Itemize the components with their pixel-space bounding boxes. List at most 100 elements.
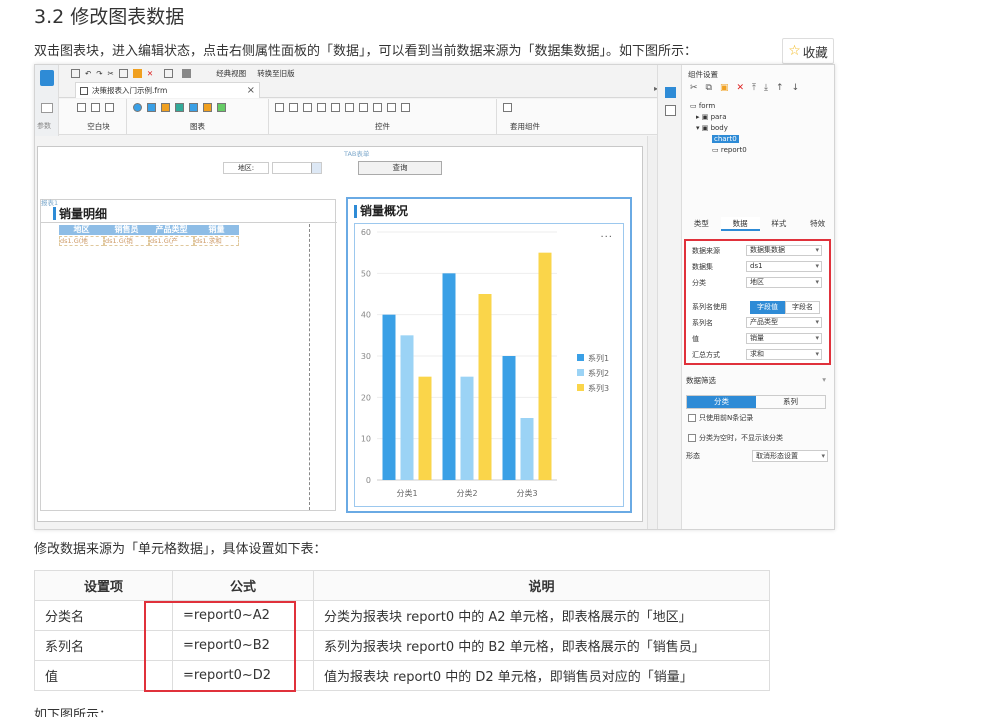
data-cell[interactable]: ds1.求和 xyxy=(194,236,239,246)
field-value-option[interactable]: 字段值 xyxy=(750,301,785,314)
line-chart-icon[interactable] xyxy=(175,103,184,112)
checkbox-icon[interactable] xyxy=(688,414,696,422)
query-button[interactable]: 查询 xyxy=(358,161,442,175)
filter-tab-category[interactable]: 分类 xyxy=(687,396,756,408)
header-cell[interactable]: 销售员 xyxy=(104,225,149,235)
header-cell[interactable]: 销量 xyxy=(194,225,239,235)
textbox-icon[interactable] xyxy=(275,103,284,112)
layout-icon[interactable] xyxy=(91,103,100,112)
series-name-toggle[interactable]: 字段值 字段名 xyxy=(750,301,820,314)
category-select[interactable]: 地区 xyxy=(746,277,822,288)
panel-toolbar: ✂ ⧉ ▣ ✕ ⤒ ⤓ ↑ ↓ xyxy=(690,83,799,93)
layout-icon[interactable] xyxy=(105,103,114,112)
tab-type[interactable]: 类型 xyxy=(682,217,721,231)
save-icon[interactable] xyxy=(71,68,80,78)
ribbon-group-label: 控件 xyxy=(375,122,390,131)
move-down-icon[interactable]: ↓ xyxy=(792,83,800,93)
tree-node-selected[interactable]: chart0 xyxy=(690,134,747,145)
map-chart-icon[interactable] xyxy=(203,103,212,112)
delete-icon[interactable]: ✕ xyxy=(737,83,745,93)
region-combobox[interactable] xyxy=(272,162,322,174)
convert-button[interactable]: 转换至旧版 xyxy=(257,68,295,79)
bar xyxy=(502,356,516,480)
move-bottom-icon[interactable]: ⤓ xyxy=(764,83,768,93)
ribbon-group-label: 图表 xyxy=(190,122,205,131)
summary-select[interactable]: 求和 xyxy=(746,349,822,360)
file-tab-label: 决策报表入门示例.frm xyxy=(92,86,168,95)
data-filter-header[interactable]: 数据筛选 xyxy=(686,375,828,386)
category-row: 分类 地区 xyxy=(690,277,826,289)
shape-select[interactable]: 取消形态设置 xyxy=(752,450,828,462)
undo-icon[interactable]: ↶ xyxy=(85,69,91,78)
header-cell[interactable]: 产品类型 xyxy=(149,225,194,235)
tree-node[interactable]: ▸ ▣ para xyxy=(690,112,747,123)
paste-icon[interactable]: ▣ xyxy=(720,83,729,93)
cut-icon[interactable]: ✂ xyxy=(690,83,698,93)
y-tick-label: 60 xyxy=(361,228,371,237)
component-settings-icon[interactable] xyxy=(665,87,676,98)
top-n-checkbox[interactable]: 只使用前N条记录 xyxy=(688,413,753,423)
dataset-select[interactable]: ds1 xyxy=(746,261,822,272)
tab-effects[interactable]: 特效 xyxy=(798,217,834,231)
template-icon[interactable] xyxy=(182,68,192,78)
list-icon[interactable] xyxy=(359,103,368,112)
preview-icon[interactable] xyxy=(164,68,174,78)
file-icon[interactable] xyxy=(401,103,410,112)
move-up-icon[interactable]: ↑ xyxy=(776,83,784,93)
legend-swatch xyxy=(577,384,584,391)
data-cell[interactable]: ds1.G(销 xyxy=(104,236,149,246)
cut-icon[interactable]: ✂ xyxy=(108,69,114,78)
checkbox-icon[interactable] xyxy=(688,434,696,442)
hide-empty-checkbox[interactable]: 分类为空时，不显示该分类 xyxy=(688,433,783,443)
favorite-button[interactable]: ☆ 收藏 xyxy=(782,38,834,64)
classic-view-button[interactable]: 经典视图 xyxy=(216,68,246,79)
series-name-select[interactable]: 产品类型 xyxy=(746,317,822,328)
property-tabs: 类型 数据 样式 特效 xyxy=(682,217,834,231)
close-tab-icon[interactable]: × xyxy=(247,85,255,96)
tree-node[interactable]: ▭ form xyxy=(690,101,747,112)
copy-icon[interactable] xyxy=(118,68,128,78)
paste-icon[interactable] xyxy=(132,68,142,78)
tree-icon[interactable] xyxy=(387,103,396,112)
report-block[interactable]: 报表1 销量明细 地区 销售员 产品类型 销量 ds1.G(地 ds1.G(销 … xyxy=(40,199,337,511)
param-icon[interactable] xyxy=(41,103,53,113)
bar-chart-icon[interactable] xyxy=(147,103,156,112)
filter-tab-series[interactable]: 系列 xyxy=(756,396,825,408)
number-icon[interactable] xyxy=(345,103,354,112)
move-top-icon[interactable]: ⤒ xyxy=(752,83,756,93)
data-cell[interactable]: ds1.G(产 xyxy=(149,236,194,246)
area-chart-icon[interactable] xyxy=(189,103,198,112)
canvas-scrollbar[interactable] xyxy=(647,136,657,529)
button-icon[interactable] xyxy=(303,103,312,112)
report-header-row: 地区 销售员 产品类型 销量 xyxy=(59,225,239,235)
field-name-option[interactable]: 字段名 xyxy=(785,301,820,314)
copy-icon[interactable]: ⧉ xyxy=(706,83,712,93)
scatter-chart-icon[interactable] xyxy=(217,103,226,112)
chart-block[interactable]: 销量概况 ··· 0 10 20 30 40 50 60 分类1 分类2 分类3 系列1 系列2 系列3 xyxy=(346,197,632,513)
ribbon-group-template: 套用组件 xyxy=(497,99,553,135)
bar-chart-icon[interactable] xyxy=(161,103,170,112)
widget-library-icon[interactable] xyxy=(665,105,676,116)
value-select[interactable]: 销量 xyxy=(746,333,822,344)
tab-data[interactable]: 数据 xyxy=(720,217,760,231)
layout-icon[interactable] xyxy=(77,103,86,112)
delete-icon[interactable]: ✕ xyxy=(147,69,153,78)
tree-node[interactable]: ▭ report0 xyxy=(690,145,747,156)
file-tab[interactable]: 决策报表入门示例.frm × xyxy=(75,82,260,98)
data-cell[interactable]: ds1.G(地 xyxy=(59,236,104,246)
checkbox-icon[interactable] xyxy=(373,103,382,112)
header-cell[interactable]: 地区 xyxy=(59,225,104,235)
tab-style[interactable]: 样式 xyxy=(760,217,799,231)
pie-chart-icon[interactable] xyxy=(133,103,142,112)
date-icon[interactable] xyxy=(331,103,340,112)
dropdown-icon[interactable] xyxy=(311,163,321,173)
tree-node[interactable]: ▾ ▣ body xyxy=(690,123,747,134)
redo-icon[interactable]: ↷ xyxy=(96,69,102,78)
bar xyxy=(382,314,396,480)
template-widget-icon[interactable] xyxy=(503,103,512,112)
data-source-select[interactable]: 数据集数据 xyxy=(746,245,822,256)
bar xyxy=(520,418,534,480)
param-pane-tag: TAB表单 xyxy=(344,150,370,158)
combo-icon[interactable] xyxy=(317,103,326,112)
label-icon[interactable] xyxy=(289,103,298,112)
